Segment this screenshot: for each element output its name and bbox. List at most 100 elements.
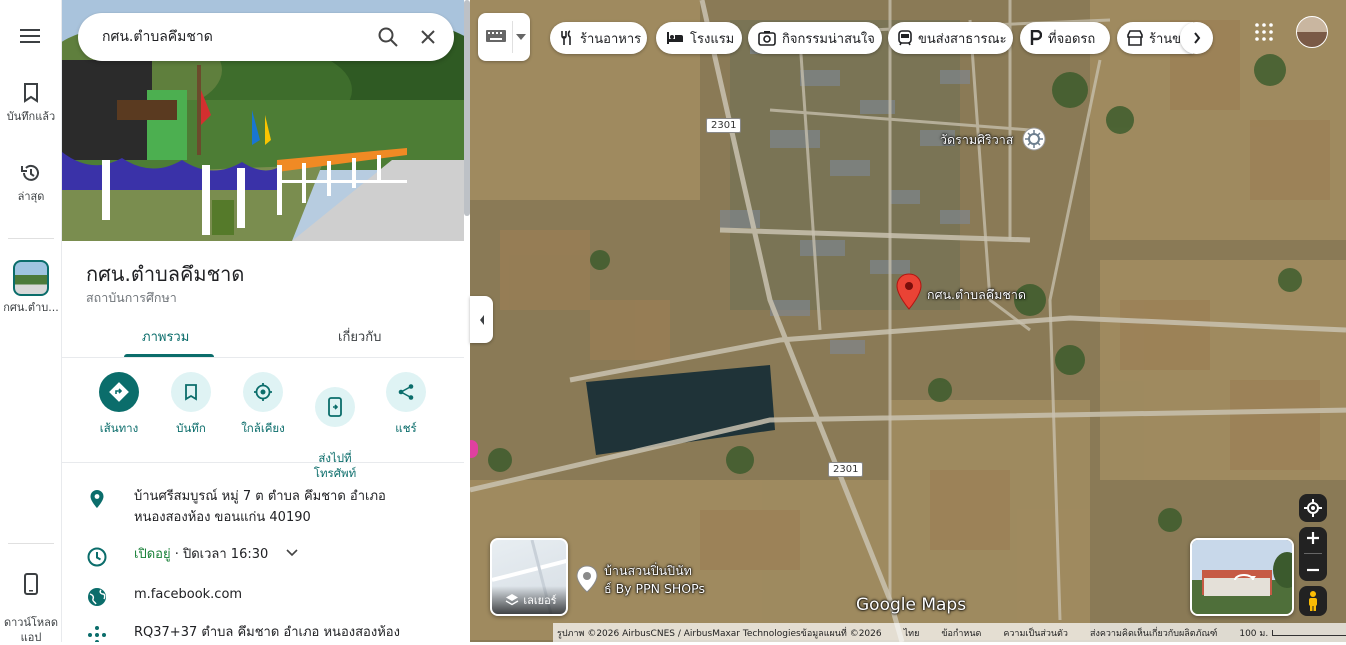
save-label: บันทึก	[176, 421, 206, 435]
saved-label: บันทึกแล้ว	[6, 110, 56, 123]
search-box[interactable]: กศน.ตำบลคึมชาด	[78, 13, 454, 61]
nearby-icon	[254, 383, 272, 401]
directions-button[interactable]: เส้นทาง	[84, 372, 154, 436]
bookmark-icon	[185, 384, 197, 401]
download-label: ดาวน์โหลด แอป	[3, 616, 59, 644]
nearby-button[interactable]: ใกล้เคียง	[228, 372, 298, 436]
address-row[interactable]: บ้านศรีสมบูรณ์ หมู่ 7 ต ตำบล คึมชาด อำเภ…	[86, 486, 456, 532]
chevron-down-icon	[516, 34, 526, 40]
search-button[interactable]	[368, 17, 408, 57]
clock-icon	[87, 547, 107, 567]
transit-icon	[898, 30, 912, 46]
pin-label[interactable]: กศน.ตำบลคึมชาด	[927, 285, 1026, 305]
poi-label-line-2[interactable]: ธ์ By PPN SHOPs	[604, 579, 705, 599]
restaurant-icon	[561, 30, 571, 45]
layers-button[interactable]: เลเยอร์	[490, 538, 568, 616]
chevron-right-icon	[1193, 32, 1200, 44]
send-to-phone-circle	[315, 387, 355, 427]
temple-label[interactable]: วัดรามศิริวาส	[940, 130, 1013, 150]
layers-icon	[506, 594, 519, 606]
place-category[interactable]: สถาบันการศึกษา	[86, 288, 177, 308]
footer-terms[interactable]: ข้อกำหนด	[941, 626, 981, 640]
chevron-down-icon[interactable]	[286, 548, 298, 558]
website-row[interactable]: m.facebook.com	[86, 584, 456, 608]
street-view-rotate-icon	[1234, 574, 1256, 581]
tab-active-indicator	[124, 354, 214, 357]
close-icon	[421, 30, 435, 44]
poi-label-line-1[interactable]: บ้านสวนปิ่นปินัท	[604, 561, 692, 581]
apps-grid-icon[interactable]	[1254, 22, 1274, 42]
section-divider	[62, 462, 464, 463]
footer-language[interactable]: ไทย	[904, 626, 920, 640]
send-to-phone-button[interactable]: ส่งไปที่ โทรศัพท์	[300, 372, 370, 481]
recent-button[interactable]: ล่าสุด	[0, 162, 62, 204]
account-avatar[interactable]	[1296, 16, 1328, 48]
input-tools-button[interactable]	[478, 13, 530, 61]
bookmark-icon	[24, 83, 38, 103]
footer-feedback[interactable]: ส่งความคิดเห็นเกี่ยวกับผลิตภัณฑ์	[1090, 626, 1217, 640]
send-to-phone-label: ส่งไปที่ โทรศัพท์	[313, 451, 357, 480]
plus-code-icon	[88, 626, 106, 642]
my-location-icon	[1304, 499, 1322, 517]
my-location-button[interactable]	[1299, 494, 1327, 522]
place-tabs: ภาพรวม เกี่ยวกับ	[62, 318, 464, 358]
save-button[interactable]: บันทึก	[156, 372, 226, 436]
chip-parking[interactable]: ที่จอดรถ	[1020, 22, 1110, 54]
zoom-in-icon[interactable]	[1306, 531, 1320, 545]
hotel-icon	[667, 32, 683, 44]
zoom-divider	[1304, 553, 1322, 555]
chip-transit-label: ขนส่งสาธารณะ	[918, 31, 1007, 47]
phone-icon	[24, 573, 38, 595]
location-pin-icon	[90, 490, 104, 508]
parking-icon	[1030, 30, 1042, 45]
search-input[interactable]: กศน.ตำบลคึมชาด	[102, 26, 368, 48]
directions-label: เส้นทาง	[99, 421, 139, 435]
globe-icon	[88, 588, 106, 606]
camera-icon	[758, 31, 776, 46]
street-view-preview[interactable]	[1190, 538, 1294, 616]
directions-icon	[109, 382, 129, 402]
share-icon	[398, 384, 414, 400]
nearby-label: ใกล้เคียง	[241, 421, 285, 435]
store-icon	[1127, 30, 1143, 46]
place-pin-icon[interactable]	[895, 273, 923, 311]
chip-restaurants-label: ร้านอาหาร	[580, 31, 642, 47]
clear-search-button[interactable]	[408, 17, 448, 57]
pegman-button[interactable]	[1299, 586, 1327, 616]
chips-next-button[interactable]	[1180, 22, 1213, 54]
website-link: m.facebook.com	[134, 587, 243, 602]
directions-circle	[99, 372, 139, 412]
download-app-button[interactable]: ดาวน์โหลด แอป	[0, 558, 62, 645]
menu-button[interactable]	[0, 27, 62, 50]
history-icon	[21, 164, 39, 181]
chip-things-to-do[interactable]: กิจกรรมน่าสนใจ	[748, 22, 882, 54]
saved-button[interactable]: บันทึกแล้ว	[0, 82, 62, 124]
share-button[interactable]: แชร์	[371, 372, 441, 436]
place-title: กศน.ตำบลคึมชาด	[86, 262, 245, 286]
rail-divider	[8, 238, 54, 239]
scale-bar[interactable]: 100 ม.	[1239, 626, 1346, 640]
nearby-circle	[243, 372, 283, 412]
satellite-map[interactable]: กศน.ตำบลคึมชาด วัดรามศิริวาส 2301 2301 บ…	[470, 0, 1346, 642]
hours-text: เปิดอยู่ · ปิดเวลา 16:30	[134, 544, 298, 566]
hours-row[interactable]: เปิดอยู่ · ปิดเวลา 16:30	[86, 544, 456, 568]
save-circle	[171, 372, 211, 412]
chip-transit[interactable]: ขนส่งสาธารณะ	[888, 22, 1013, 54]
tab-overview[interactable]: ภาพรวม	[142, 326, 189, 347]
footer-privacy[interactable]: ความเป็นส่วนตัว	[1003, 626, 1068, 640]
plus-code-text: RQ37+37 ตำบล คึมชาด อำเภอ หนองสองห้อง	[134, 625, 400, 640]
tab-about[interactable]: เกี่ยวกับ	[338, 326, 381, 347]
chip-things-to-do-label: กิจกรรมน่าสนใจ	[782, 31, 875, 47]
keyboard-icon	[486, 30, 506, 42]
send-to-phone-icon	[328, 397, 342, 417]
zoom-out-icon[interactable]	[1306, 563, 1320, 577]
layers-label: เลเยอร์	[523, 594, 557, 607]
place-panel: กศน.ตำบลคึมชาด กศน.ตำบลคึมชาด สถาบันการศ…	[62, 0, 464, 642]
plus-code-row[interactable]: RQ37+37 ตำบล คึมชาด อำเภอ หนองสองห้อง	[86, 622, 456, 642]
recent-place-button[interactable]: กศน.ตำบ...	[0, 260, 62, 315]
poi-pin-icon[interactable]	[574, 564, 600, 594]
chip-restaurants[interactable]: ร้านอาหาร	[550, 22, 647, 54]
collapse-panel-button[interactable]	[470, 296, 493, 343]
temple-icon[interactable]	[1021, 126, 1047, 152]
chip-hotels[interactable]: โรงแรม	[656, 22, 742, 54]
